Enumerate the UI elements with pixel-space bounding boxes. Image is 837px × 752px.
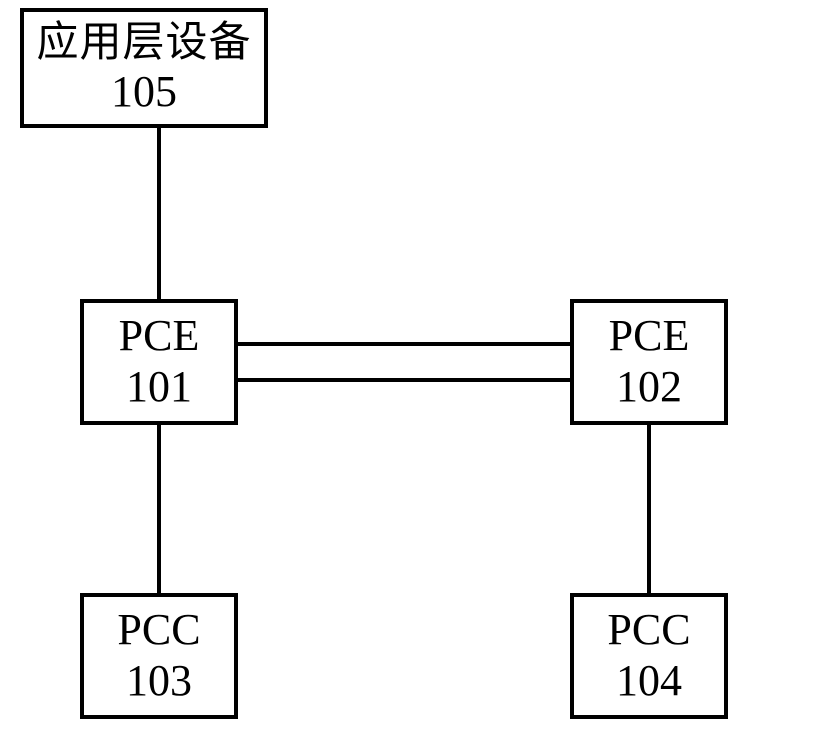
node-application-layer-device: 应用层设备 105 xyxy=(20,8,268,128)
node-pce-101: PCE 101 xyxy=(80,299,238,425)
node-pcc-104-id: 104 xyxy=(616,656,682,707)
node-pce-101-id: 101 xyxy=(126,362,192,413)
node-application-layer-device-label: 应用层设备 xyxy=(36,19,251,67)
connector-pce102-to-pcc104 xyxy=(647,425,651,593)
connector-app-to-pce101 xyxy=(157,128,161,299)
node-pcc-103-id: 103 xyxy=(126,656,192,707)
node-pce-102-label: PCE xyxy=(609,311,690,362)
node-pce-102: PCE 102 xyxy=(570,299,728,425)
node-pce-101-label: PCE xyxy=(119,311,200,362)
node-pcc-104: PCC 104 xyxy=(570,593,728,719)
node-pcc-103: PCC 103 xyxy=(80,593,238,719)
node-pcc-103-label: PCC xyxy=(117,605,200,656)
connector-pce101-to-pcc103 xyxy=(157,425,161,593)
connector-pce101-pce102-top xyxy=(238,342,570,346)
node-application-layer-device-id: 105 xyxy=(111,67,177,118)
node-pce-102-id: 102 xyxy=(616,362,682,413)
connector-pce101-pce102-bottom xyxy=(238,378,570,382)
diagram-canvas: 应用层设备 105 PCE 101 PCE 102 PCC 103 PCC 10… xyxy=(0,0,837,752)
node-pcc-104-label: PCC xyxy=(607,605,690,656)
